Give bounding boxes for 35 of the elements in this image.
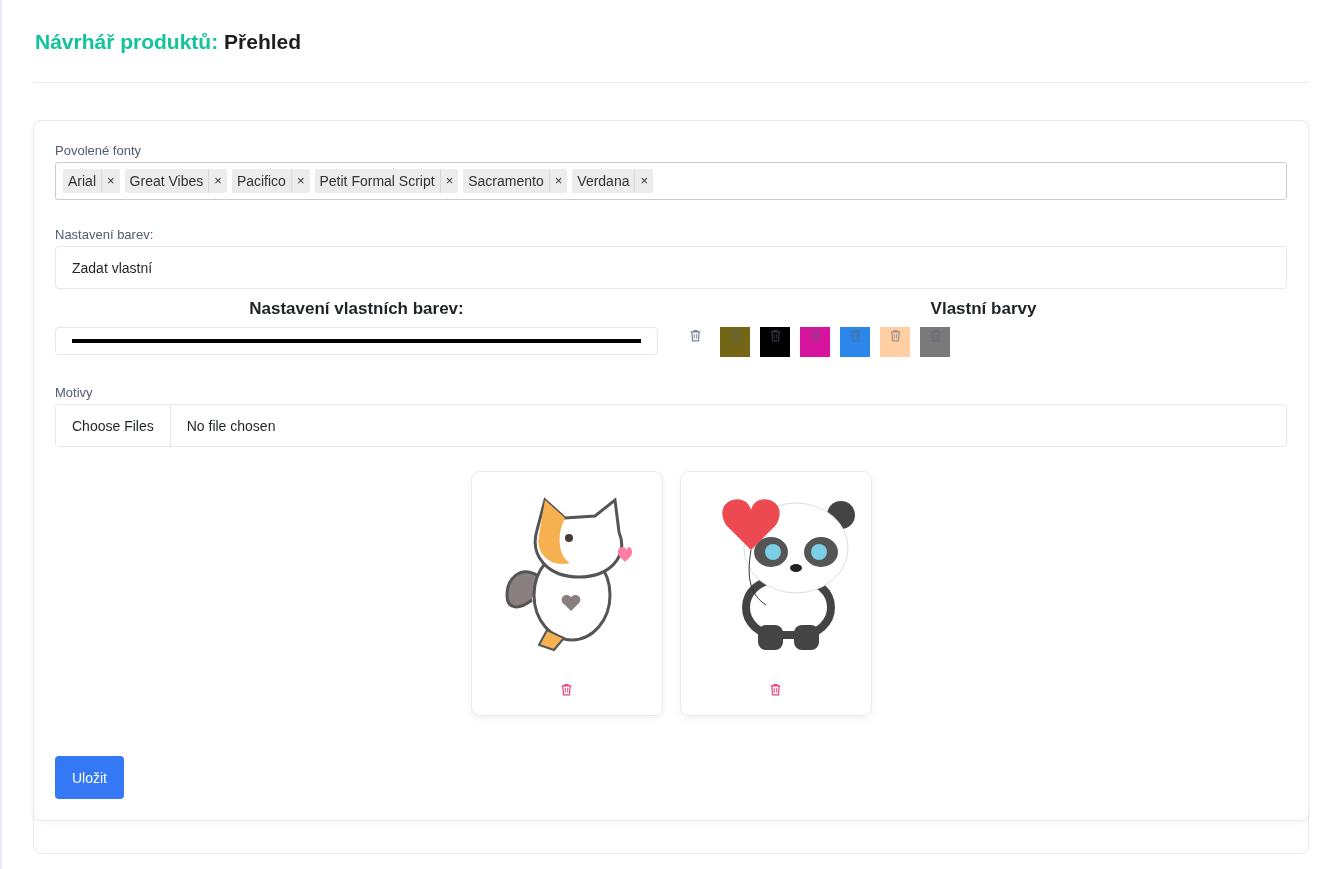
remove-tag-button[interactable]: ×: [208, 169, 227, 193]
color-swatch[interactable]: [720, 327, 750, 357]
field-label: Motivy: [55, 385, 94, 400]
fonts-input-field[interactable]: Arial × Great Vibes × Pacifico × Petit Formal Script × Sacramento × Verdana ×: [55, 162, 1287, 200]
remove-tag-button[interactable]: ×: [439, 169, 459, 193]
font-tag-label: Arial: [67, 173, 97, 189]
delete-icon[interactable]: [560, 683, 573, 696]
font-tag-label: Pacifico: [235, 173, 287, 189]
page-title: Návrhář produktů: Přehled: [35, 30, 303, 54]
section-title: Nastavení vlastních barev:: [248, 299, 465, 319]
remove-tag-button[interactable]: ×: [290, 169, 310, 193]
field-label: Nastavení barev:: [55, 227, 155, 242]
font-tag-label: Sacramento: [467, 173, 545, 189]
delete-icon[interactable]: [769, 683, 782, 696]
color-swatch[interactable]: [840, 327, 870, 357]
delete-icon[interactable]: [768, 329, 782, 342]
remove-tag-button[interactable]: ×: [634, 169, 654, 193]
section-title: Vlastní barvy: [929, 299, 1038, 319]
color-swatch[interactable]: [800, 327, 830, 357]
field-label: Povolené fonty: [55, 143, 142, 158]
color-picker-field[interactable]: [55, 327, 658, 355]
file-status: No file chosen: [185, 417, 277, 434]
font-tag-label: Petit Formal Script: [318, 173, 436, 189]
color-swatch[interactable]: [880, 327, 910, 357]
delete-icon[interactable]: [888, 329, 902, 342]
remove-tag-button[interactable]: ×: [548, 169, 568, 193]
font-tag-label: Great Vibes: [128, 173, 205, 189]
font-tag-label: Verdana: [576, 173, 631, 189]
delete-icon[interactable]: [688, 329, 702, 342]
save-button[interactable]: Uložit: [55, 756, 124, 799]
color-swatch[interactable]: [920, 327, 950, 357]
remove-tag-button[interactable]: ×: [101, 169, 120, 193]
choose-files-button[interactable]: Choose Files: [56, 405, 171, 446]
color-swatch[interactable]: [760, 327, 790, 357]
color-mode-select[interactable]: Zadat vlastní: [55, 246, 1287, 289]
